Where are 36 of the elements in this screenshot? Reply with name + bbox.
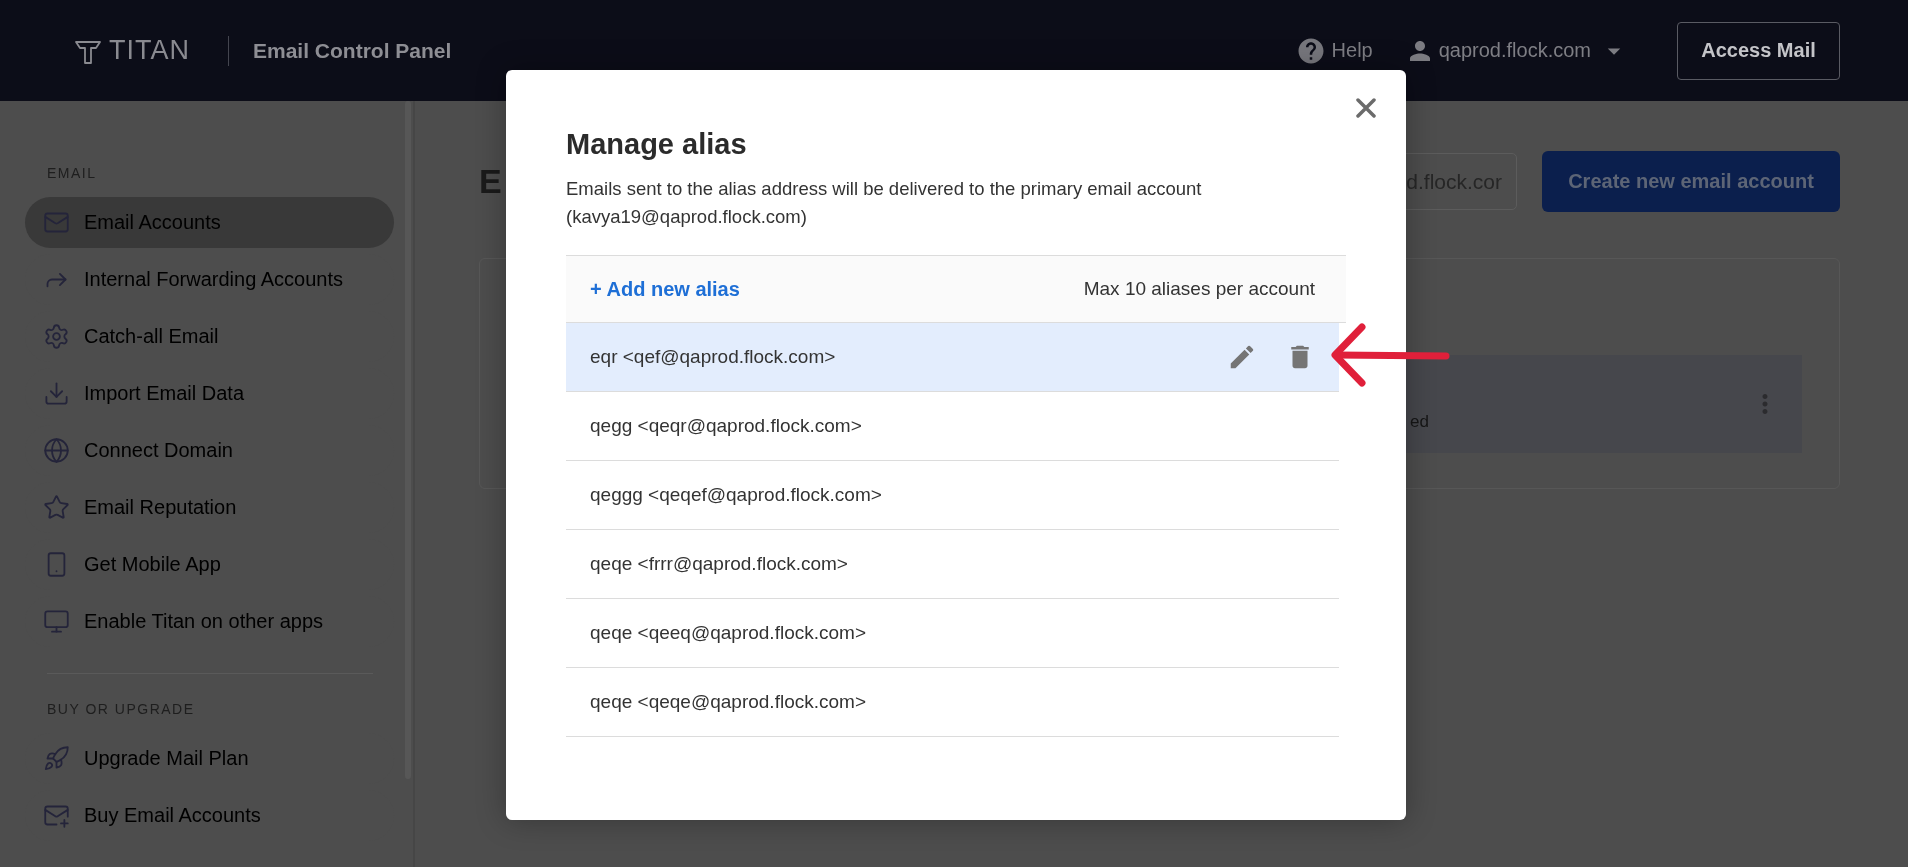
add-alias-link[interactable]: + Add new alias bbox=[590, 277, 740, 301]
sidebar-item-label: Get Mobile App bbox=[84, 553, 221, 576]
create-account-button[interactable]: Create new email account bbox=[1542, 151, 1840, 212]
sidebar-item[interactable]: Email Accounts bbox=[25, 197, 394, 248]
alias-address: qeqe <qeqe@qaprod.flock.com> bbox=[590, 691, 866, 713]
sidebar-item-label: Import Email Data bbox=[84, 382, 245, 405]
star-icon bbox=[43, 494, 70, 521]
sidebar-item-label: Buy Email Accounts bbox=[84, 804, 261, 827]
sidebar-item-label: Catch-all Email bbox=[84, 325, 219, 348]
alias-limit: Max 10 aliases per account bbox=[1083, 278, 1315, 300]
help-link[interactable]: Help bbox=[1331, 39, 1373, 62]
dialog-title: Manage alias bbox=[566, 128, 748, 161]
alias-row[interactable]: eqr <qef@qaprod.flock.com> bbox=[566, 323, 1339, 392]
rocket-icon bbox=[43, 745, 70, 772]
sidebar-item-label: Connect Domain bbox=[84, 439, 233, 462]
close-button[interactable] bbox=[1356, 98, 1376, 118]
logo-text: TITAN bbox=[109, 35, 190, 66]
gear-icon bbox=[43, 323, 70, 350]
globe-icon bbox=[43, 437, 70, 464]
alias-address: qeqe <frrr@qaprod.flock.com> bbox=[590, 553, 848, 575]
sidebar-item-label: Upgrade Mail Plan bbox=[84, 747, 249, 770]
download-icon bbox=[43, 380, 70, 407]
alias-address: qeqe <qeeq@qaprod.flock.com> bbox=[590, 622, 866, 644]
alias-address: qeggg <qeqef@qaprod.flock.com> bbox=[590, 484, 882, 506]
scrollbar[interactable] bbox=[405, 101, 411, 779]
account-name[interactable]: qaprod.flock.com bbox=[1438, 39, 1591, 62]
alias-address: qegg <qeqr@qaprod.flock.com> bbox=[590, 415, 862, 437]
sidebar-item-label: Enable Titan on other apps bbox=[84, 610, 324, 633]
dialog-description: Emails sent to the alias address will be delivered to the primary email account (kavya19@qaprod.flock.com) bbox=[566, 177, 1203, 229]
sidebar-item-label: Email Accounts bbox=[84, 211, 221, 234]
monitor-icon bbox=[43, 608, 70, 635]
access-mail-button[interactable]: Access Mail bbox=[1677, 21, 1840, 80]
sidebar-item-label: Internal Forwarding Accounts bbox=[84, 268, 344, 291]
app-title: Email Control Panel bbox=[253, 38, 452, 63]
alias-address: eqr <qef@qaprod.flock.com> bbox=[590, 346, 836, 368]
sidebar-item-label: Email Reputation bbox=[84, 496, 237, 519]
